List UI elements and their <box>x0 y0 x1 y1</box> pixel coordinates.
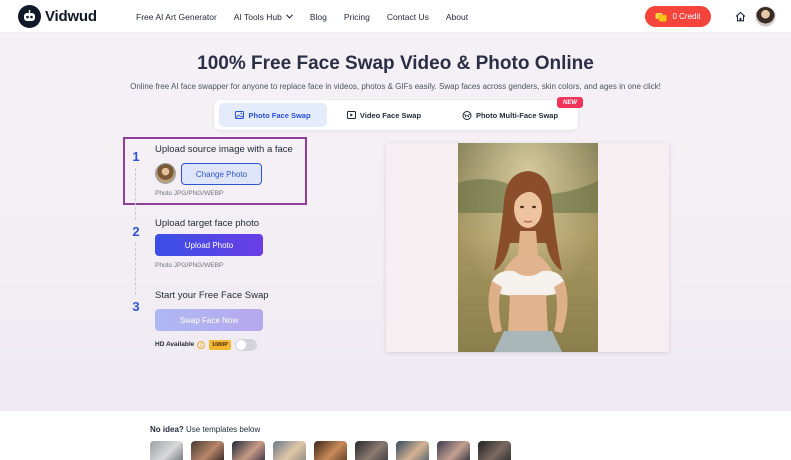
chevron-down-icon <box>285 14 293 19</box>
credit-button[interactable]: 0 Credit <box>645 6 711 27</box>
nav-link-contact-us[interactable]: Contact Us <box>387 12 429 22</box>
step-1-format-hint: Photo JPG/PNG/WEBP <box>155 190 224 197</box>
template-thumbnail[interactable] <box>478 441 511 460</box>
user-avatar[interactable] <box>755 6 776 27</box>
image-icon <box>235 111 245 119</box>
step-1-title: Upload source image with a face <box>155 144 293 155</box>
templates-heading-rest: Use templates below <box>183 425 261 434</box>
nav-link-blog[interactable]: Blog <box>310 12 327 22</box>
source-image-thumbnail[interactable] <box>155 163 176 184</box>
hd-resolution-badge: 1080P <box>209 340 231 350</box>
nav-link-pricing[interactable]: Pricing <box>344 12 370 22</box>
nav-link-free-ai-art-generator[interactable]: Free AI Art Generator <box>136 12 217 22</box>
templates-heading: No idea? Use templates below <box>150 425 260 434</box>
top-navbar: Vidwud Free AI Art Generator AI Tools Hu… <box>0 0 791 33</box>
step-number-2: 2 <box>132 224 140 239</box>
tab-photo-face-swap[interactable]: Photo Face Swap <box>219 103 327 127</box>
template-thumbnail[interactable] <box>150 441 183 460</box>
toggle-knob <box>236 340 246 350</box>
step-2-format-hint: Photo JPG/PNG/WEBP <box>155 262 224 269</box>
step-connector <box>135 168 136 220</box>
step-3-title: Start your Free Face Swap <box>155 290 269 301</box>
hd-available-label: HD Available <box>155 341 195 348</box>
main-menu: Free AI Art Generator AI Tools Hub Blog … <box>136 0 485 33</box>
step-connector <box>135 243 136 295</box>
coin-stack-icon <box>655 12 668 22</box>
upload-photo-button[interactable]: Upload Photo <box>155 234 263 256</box>
step-number-1: 1 <box>132 149 140 164</box>
template-thumbnail[interactable] <box>396 441 429 460</box>
page-title: 100% Free Face Swap Video & Photo Online <box>197 53 594 74</box>
change-photo-button[interactable]: Change Photo <box>181 163 262 185</box>
new-badge: NEW <box>557 97 583 108</box>
tab-photo-multi-face-swap[interactable]: Photo Multi-Face Swap <box>450 103 570 127</box>
tab-label: Photo Multi-Face Swap <box>475 110 559 120</box>
hd-toggle[interactable] <box>235 339 257 351</box>
step-number-3: 3 <box>132 299 140 314</box>
logo-robot-icon <box>18 5 41 28</box>
swap-face-now-button[interactable]: Swap Face Now <box>155 309 263 331</box>
template-thumbnail[interactable] <box>437 441 470 460</box>
tab-label: Photo Face Swap <box>248 110 311 120</box>
tab-label: Video Face Swap <box>359 110 422 120</box>
multi-face-icon <box>462 110 472 120</box>
info-icon[interactable] <box>197 341 205 349</box>
nav-link-label: AI Tools Hub <box>233 11 282 22</box>
templates-heading-bold: No idea? <box>150 425 184 434</box>
swap-mode-tabs: Photo Face Swap Video Face Swap Photo Mu… <box>214 100 578 130</box>
template-thumbnail[interactable] <box>191 441 224 460</box>
tab-video-face-swap[interactable]: Video Face Swap <box>334 103 434 127</box>
step-2-title: Upload target face photo <box>155 218 260 229</box>
brand-name: Vidwud <box>45 8 97 25</box>
nav-link-about[interactable]: About <box>446 12 468 22</box>
page-subtitle: Online free AI face swapper for anyone t… <box>130 82 661 91</box>
home-icon[interactable] <box>735 11 746 22</box>
template-thumbnail[interactable] <box>314 441 347 460</box>
video-icon <box>346 111 356 119</box>
brand-logo[interactable]: Vidwud <box>18 5 97 28</box>
nav-link-ai-tools-hub[interactable]: AI Tools Hub <box>234 12 293 22</box>
template-thumbnail[interactable] <box>232 441 265 460</box>
preview-image <box>458 143 598 352</box>
template-thumbnail[interactable] <box>355 441 388 460</box>
credit-label: 0 Credit <box>672 12 701 21</box>
template-thumbnail[interactable] <box>273 441 306 460</box>
